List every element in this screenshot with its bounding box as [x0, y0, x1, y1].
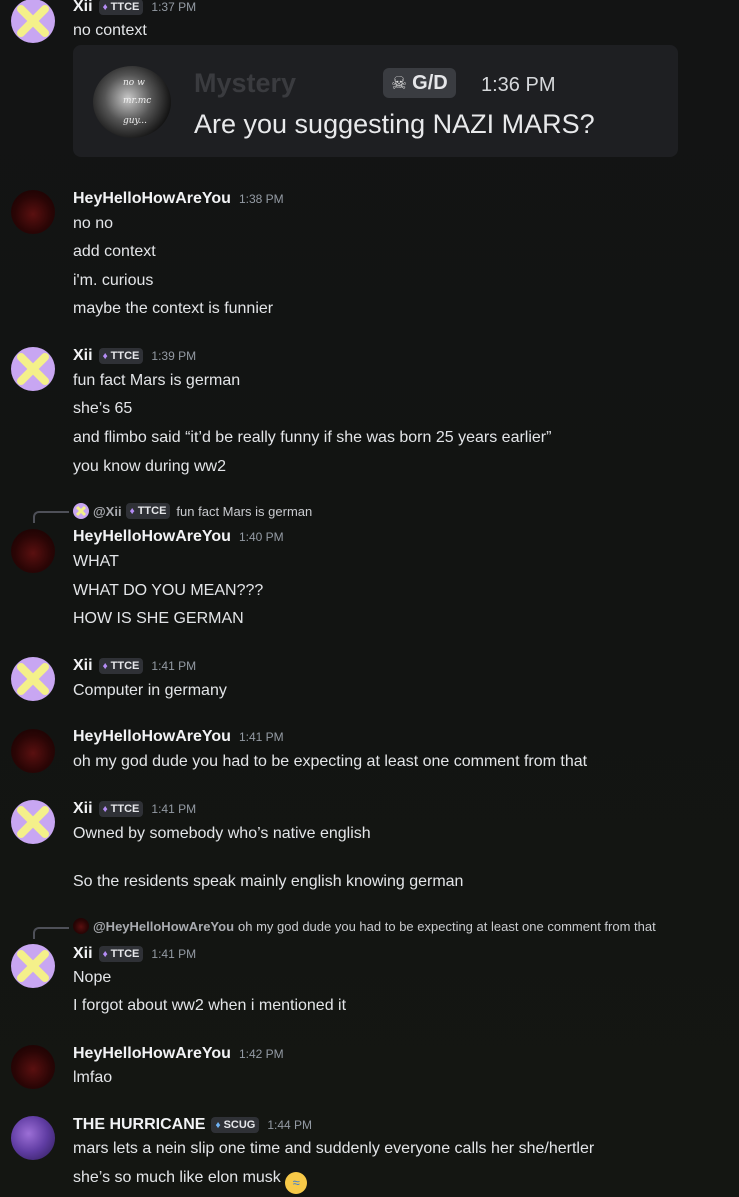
timestamp: 1:41 PM — [151, 802, 197, 816]
embed-tag: ☠ G/D — [383, 68, 456, 98]
message-text: WHAT — [73, 553, 119, 570]
user-avatar-xii[interactable] — [11, 944, 55, 988]
chat-log: Xii ♦ TTCE 1:37 PM no context no w mr.mc … — [0, 0, 739, 1197]
user-avatar-xii[interactable] — [11, 347, 55, 391]
user-avatar-heyhello[interactable] — [11, 729, 55, 773]
user-avatar-heyhello[interactable] — [11, 190, 55, 234]
flame-icon: ♦ — [102, 948, 108, 960]
user-avatar-xii[interactable] — [11, 0, 55, 43]
user-avatar-xii[interactable] — [11, 800, 55, 844]
username[interactable]: Xii — [73, 0, 93, 16]
message-text: maybe the context is funnier — [73, 300, 274, 317]
reply-username[interactable]: @HeyHelloHowAreYou — [93, 919, 234, 934]
flame-icon: ♦ — [102, 350, 108, 362]
reply-spine — [33, 511, 69, 523]
message-text: and flimbo said “it’d be really funny if… — [73, 429, 552, 446]
reply-preview[interactable]: @HeyHelloHowAreYou oh my god dude you ha… — [73, 918, 656, 934]
flame-icon: ♦ — [102, 803, 108, 815]
message-text: HOW IS SHE GERMAN — [73, 610, 244, 627]
embed-username: Mystery — [194, 68, 297, 98]
embed-timestamp: 1:36 PM — [481, 74, 556, 96]
timestamp: 1:37 PM — [151, 0, 197, 14]
message-text: lmfao — [73, 1069, 113, 1086]
guild-tag[interactable]: ♦ TTCE — [98, 801, 144, 817]
embed-text: Are you suggesting NAZI MARS? — [194, 109, 595, 139]
username[interactable]: Xii — [73, 347, 93, 365]
message-text: So the residents speak mainly english kn… — [73, 873, 464, 890]
guild-tag[interactable]: ♦ TTCE — [98, 348, 144, 364]
flame-icon: ♦ — [102, 660, 108, 672]
message-text: oh my god dude you had to be expecting a… — [73, 753, 588, 770]
username[interactable]: THE HURRICANE — [73, 1116, 205, 1134]
username[interactable]: Xii — [73, 800, 93, 818]
droplet-icon: ♦ — [215, 1119, 221, 1131]
reply-text: fun fact Mars is german — [176, 503, 313, 519]
message-text: I forgot about ww2 when i mentioned it — [73, 997, 347, 1014]
username[interactable]: HeyHelloHowAreYou — [73, 728, 231, 746]
reply-text: oh my god dude you had to be expecting a… — [238, 918, 656, 934]
username[interactable]: Xii — [73, 657, 93, 675]
flame-icon: ♦ — [129, 505, 135, 517]
skull-icon: ☠ — [391, 72, 408, 93]
guild-tag[interactable]: ♦ SCUG — [211, 1117, 260, 1133]
message-text: she’s 65 — [73, 400, 133, 417]
guild-tag: ♦ TTCE — [125, 503, 171, 519]
message-text: Owned by somebody who’s native english — [73, 825, 371, 842]
embed-avatar: no w mr.mc guy... — [93, 66, 171, 138]
user-avatar-heyhello[interactable] — [11, 1045, 55, 1089]
username[interactable]: HeyHelloHowAreYou — [73, 190, 231, 208]
message-text: Computer in germany — [73, 682, 227, 699]
reply-preview[interactable]: @Xii ♦ TTCE fun fact Mars is german — [73, 503, 312, 519]
reply-spine — [33, 927, 69, 939]
timestamp: 1:41 PM — [151, 659, 197, 673]
timestamp: 1:38 PM — [238, 192, 284, 206]
reply-username[interactable]: @Xii — [93, 504, 122, 519]
timestamp: 1:40 PM — [238, 530, 284, 544]
guild-tag[interactable]: ♦ TTCE — [98, 0, 144, 15]
message-text: fun fact Mars is german — [73, 372, 241, 389]
timestamp: 1:41 PM — [238, 730, 284, 744]
reply-avatar — [73, 918, 89, 934]
message-text: you know during ww2 — [73, 458, 226, 475]
message-text: add context — [73, 243, 156, 260]
user-avatar-heyhello[interactable] — [11, 529, 55, 573]
message-text: no no — [73, 215, 114, 232]
user-avatar-hurricane[interactable] — [11, 1116, 55, 1160]
message-text: no context — [73, 22, 147, 39]
username[interactable]: HeyHelloHowAreYou — [73, 1045, 231, 1063]
flame-icon: ♦ — [102, 1, 108, 13]
message-text: i'm. curious — [73, 272, 154, 289]
message-text: she’s so much like elon musk ≈ — [73, 1169, 308, 1194]
image-embed[interactable]: no w mr.mc guy... Mystery ☠ G/D 1:36 PM A… — [73, 45, 678, 157]
username[interactable]: Xii — [73, 945, 93, 963]
timestamp: 1:39 PM — [151, 349, 197, 363]
loudly-crying-face-icon: ≈ — [285, 1172, 308, 1194]
message-text: Nope — [73, 969, 112, 986]
username[interactable]: HeyHelloHowAreYou — [73, 528, 231, 546]
user-avatar-xii[interactable] — [11, 657, 55, 701]
timestamp: 1:44 PM — [267, 1118, 313, 1132]
message-text: mars lets a nein slip one time and sudde… — [73, 1140, 595, 1157]
guild-tag[interactable]: ♦ TTCE — [98, 658, 144, 674]
timestamp: 1:42 PM — [238, 1047, 284, 1061]
reply-avatar — [73, 503, 89, 519]
message-text: WHAT DO YOU MEAN??? — [73, 582, 264, 599]
guild-tag[interactable]: ♦ TTCE — [98, 946, 144, 962]
timestamp: 1:41 PM — [151, 947, 197, 961]
